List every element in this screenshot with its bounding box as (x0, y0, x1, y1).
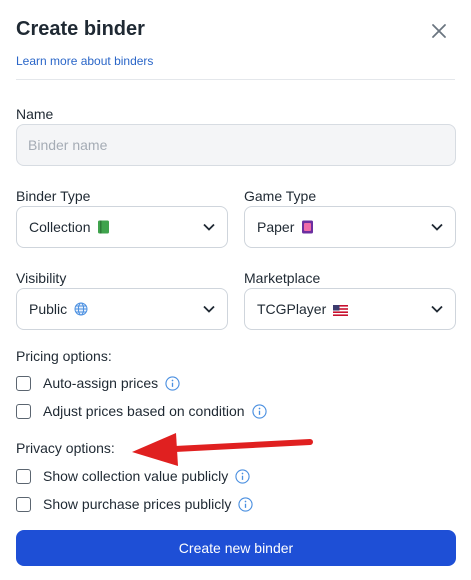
pricing-options-label: Pricing options: (16, 348, 112, 364)
us-flag-icon (333, 305, 349, 316)
chevron-down-icon (431, 305, 443, 313)
visibility-value: Public (29, 301, 68, 317)
game-type-value: Paper (257, 219, 295, 235)
marketplace-label: Marketplace (244, 270, 321, 286)
auto-assign-prices-label[interactable]: Auto-assign prices (43, 375, 158, 391)
binder-type-select[interactable]: Collection (16, 206, 228, 248)
binder-name-input[interactable] (16, 124, 456, 166)
card-icon (302, 220, 314, 234)
adjust-prices-checkbox[interactable] (16, 403, 31, 419)
show-purchase-prices-label[interactable]: Show purchase prices publicly (43, 496, 231, 512)
info-icon[interactable] (251, 403, 267, 419)
auto-assign-prices-row: Auto-assign prices (16, 374, 180, 392)
show-collection-value-label[interactable]: Show collection value publicly (43, 468, 228, 484)
show-collection-value-checkbox[interactable] (16, 468, 31, 484)
visibility-label: Visibility (16, 270, 67, 286)
adjust-prices-row: Adjust prices based on condition (16, 402, 267, 420)
auto-assign-prices-checkbox[interactable] (16, 375, 31, 391)
close-icon (432, 24, 446, 38)
close-button[interactable] (429, 21, 449, 41)
chevron-down-icon (203, 305, 215, 313)
info-icon[interactable] (235, 468, 250, 484)
binder-type-label: Binder Type (16, 188, 91, 204)
show-collection-value-row: Show collection value publicly (16, 467, 250, 485)
green-book-icon (98, 220, 110, 234)
chevron-down-icon (431, 223, 443, 231)
marketplace-value: TCGPlayer (257, 301, 327, 317)
create-binder-button[interactable]: Create new binder (16, 530, 456, 566)
binder-type-value: Collection (29, 219, 91, 235)
divider (16, 79, 455, 80)
adjust-prices-label[interactable]: Adjust prices based on condition (43, 403, 245, 419)
game-type-label: Game Type (244, 188, 317, 204)
show-purchase-prices-row: Show purchase prices publicly (16, 495, 253, 513)
dialog-title: Create binder (16, 18, 145, 40)
marketplace-select[interactable]: TCGPlayer (244, 288, 456, 330)
visibility-select[interactable]: Public (16, 288, 228, 330)
privacy-options-label: Privacy options: (16, 440, 115, 456)
learn-more-link[interactable]: Learn more about binders (16, 54, 153, 68)
chevron-down-icon (203, 223, 215, 231)
name-label: Name (16, 106, 54, 122)
show-purchase-prices-checkbox[interactable] (16, 496, 31, 512)
info-icon[interactable] (238, 496, 253, 512)
game-type-select[interactable]: Paper (244, 206, 456, 248)
globe-icon (74, 302, 88, 316)
info-icon[interactable] (165, 375, 180, 391)
